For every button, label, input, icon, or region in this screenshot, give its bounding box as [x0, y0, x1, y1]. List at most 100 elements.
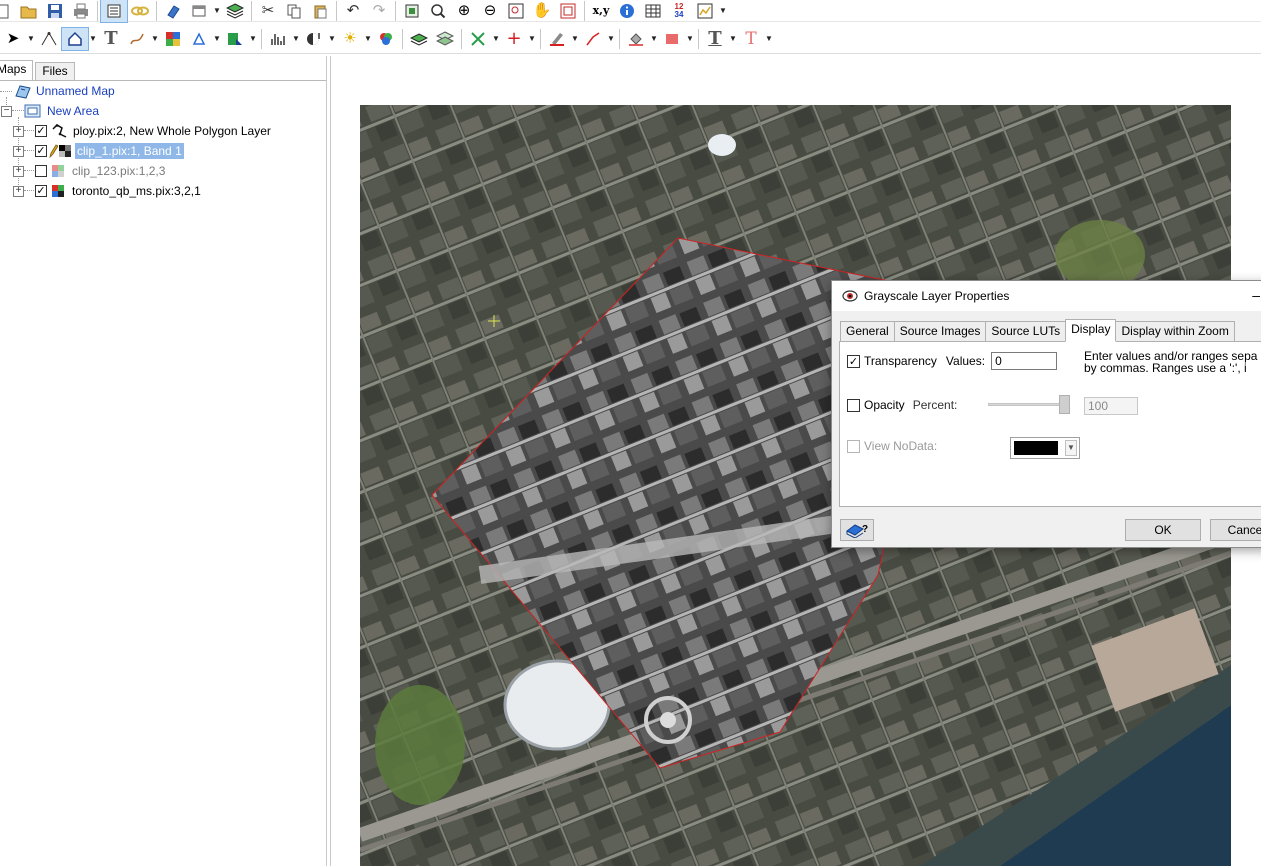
coordinates-icon[interactable]: x,y — [588, 0, 614, 22]
transparency-checkbox[interactable]: ✓ — [847, 354, 860, 368]
smooth-dropdown-icon[interactable]: ▼ — [150, 28, 160, 50]
tab-display-within-zoom[interactable]: Display within Zoom — [1115, 321, 1235, 341]
zoom-out-icon[interactable]: ⊖ — [477, 0, 503, 22]
text-style-icon[interactable]: T — [738, 28, 764, 50]
crosshair-icon[interactable]: + — [501, 28, 527, 50]
eraser-icon[interactable] — [160, 0, 186, 22]
fill-dropdown-icon[interactable]: ▼ — [649, 28, 659, 50]
smooth-tool-icon[interactable] — [124, 28, 150, 50]
opacity-checkbox[interactable] — [847, 398, 860, 412]
edit-vertex-icon[interactable] — [36, 28, 62, 50]
enhance-icon[interactable] — [301, 28, 327, 50]
new-map-icon[interactable] — [0, 0, 16, 22]
enhance-dropdown-icon[interactable]: ▼ — [327, 28, 337, 50]
window-dropdown-icon[interactable]: ▼ — [212, 0, 222, 22]
ok-button[interactable]: OK — [1125, 519, 1201, 541]
opacity-slider[interactable] — [988, 403, 1070, 406]
opacity-percent-input[interactable]: 100 — [1084, 397, 1138, 415]
layer-visibility-checkbox[interactable] — [35, 165, 47, 177]
redo-icon[interactable]: ↷ — [366, 0, 392, 22]
fill-color-icon[interactable] — [623, 28, 649, 50]
layer-visibility-checkbox[interactable]: ✓ — [35, 125, 47, 137]
tab-maps[interactable]: Maps — [0, 60, 34, 80]
layer-visibility-checkbox[interactable]: ✓ — [35, 185, 47, 197]
tree-item-map[interactable]: Unnamed Map — [14, 82, 117, 100]
text-tool-icon[interactable]: T — [98, 28, 124, 50]
layer-list-icon[interactable] — [100, 0, 128, 23]
line-dropdown-icon[interactable]: ▼ — [606, 28, 616, 50]
tree-item-layer[interactable]: + ✓ toronto_qb_ms.pix:3,2,1 — [13, 182, 203, 200]
cancel-button[interactable]: Cance — [1210, 519, 1261, 541]
zoom-fit-icon[interactable] — [503, 0, 529, 22]
brightness-dropdown-icon[interactable]: ▼ — [363, 28, 373, 50]
band-numbers-icon[interactable]: 12 34 — [666, 0, 692, 22]
layer-stack-icon[interactable] — [432, 28, 458, 50]
text-color-dropdown-icon[interactable]: ▼ — [728, 28, 738, 50]
chart-dropdown-icon[interactable]: ▼ — [718, 0, 728, 22]
collapse-toggle[interactable]: − — [1, 105, 12, 117]
tree-item-layer-selected[interactable]: + ✓ clip_1.pix:1, Band 1 — [13, 142, 184, 160]
select-dropdown-icon[interactable]: ▼ — [26, 28, 36, 50]
polygon-tool-icon[interactable] — [61, 26, 89, 51]
classify-dropdown-icon[interactable]: ▼ — [248, 28, 258, 50]
tab-display[interactable]: Display — [1065, 319, 1117, 342]
stack-layers-icon[interactable] — [222, 0, 248, 22]
tree-item-area[interactable]: − New Area — [1, 102, 101, 120]
polygon-dropdown-icon[interactable]: ▼ — [88, 28, 98, 50]
tab-source-images[interactable]: Source Images — [893, 321, 987, 341]
fill-swatch-icon[interactable] — [659, 28, 685, 50]
histogram-icon[interactable] — [265, 28, 291, 50]
chevron-down-icon[interactable]: ▼ — [1065, 440, 1077, 456]
opacity-slider-thumb[interactable] — [1059, 395, 1070, 414]
tab-source-luts[interactable]: Source LUTs — [985, 321, 1067, 341]
zoom-window-icon[interactable] — [425, 0, 451, 22]
histogram-dropdown-icon[interactable]: ▼ — [291, 28, 301, 50]
layer-visibility-checkbox[interactable]: ✓ — [35, 145, 47, 157]
info-icon[interactable] — [614, 0, 640, 22]
table-icon[interactable] — [640, 0, 666, 22]
grid-palette-icon[interactable] — [160, 28, 186, 50]
tab-general[interactable]: General — [840, 321, 895, 341]
nodata-color-picker[interactable]: ▼ — [1010, 437, 1080, 459]
print-icon[interactable] — [68, 0, 94, 22]
expand-toggle[interactable]: + — [13, 185, 24, 197]
measure-dropdown-icon[interactable]: ▼ — [212, 28, 222, 50]
zoom-extent-icon[interactable] — [399, 0, 425, 22]
pen-dropdown-icon[interactable]: ▼ — [570, 28, 580, 50]
link-icon[interactable] — [127, 0, 153, 22]
line-color-icon[interactable] — [580, 28, 606, 50]
gcp-dropdown-icon[interactable]: ▼ — [491, 28, 501, 50]
window-icon[interactable] — [186, 0, 212, 22]
dialog-titlebar[interactable]: Grayscale Layer Properties – — [832, 281, 1261, 311]
paste-icon[interactable] — [307, 0, 333, 22]
save-icon[interactable] — [42, 0, 68, 22]
text-style-dropdown-icon[interactable]: ▼ — [764, 28, 774, 50]
text-color-icon[interactable]: T — [702, 28, 728, 50]
open-folder-icon[interactable] — [16, 0, 42, 22]
select-arrow-icon[interactable]: ➤ — [0, 28, 26, 50]
crosshair-dropdown-icon[interactable]: ▼ — [527, 28, 537, 50]
chart-icon[interactable] — [692, 0, 718, 22]
rgb-icon[interactable] — [373, 28, 399, 50]
pen-color-icon[interactable] — [544, 28, 570, 50]
classify-icon[interactable] — [222, 28, 248, 50]
minimize-button[interactable]: – — [1252, 287, 1260, 303]
tab-files[interactable]: Files — [35, 62, 75, 80]
expand-toggle[interactable]: + — [13, 145, 24, 157]
expand-toggle[interactable]: + — [13, 165, 24, 177]
help-button[interactable]: ? — [840, 519, 874, 541]
zoom-in-icon[interactable]: ⊕ — [451, 0, 477, 22]
measure-icon[interactable] — [186, 28, 212, 50]
swatch-dropdown-icon[interactable]: ▼ — [685, 28, 695, 50]
copy-icon[interactable] — [281, 0, 307, 22]
undo-icon[interactable]: ↶ — [340, 0, 366, 22]
nodata-checkbox[interactable] — [847, 439, 860, 453]
expand-toggle[interactable]: + — [13, 125, 24, 137]
tree-item-layer[interactable]: + ✓ ploy.pix:2, New Whole Polygon Layer — [13, 122, 273, 140]
tree-item-layer[interactable]: + clip_123.pix:1,2,3 — [13, 162, 167, 180]
layer-green-icon[interactable] — [406, 28, 432, 50]
brightness-icon[interactable]: ☀ — [337, 28, 363, 50]
zoom-previous-icon[interactable] — [555, 0, 581, 22]
transparency-values-input[interactable]: 0 — [991, 352, 1058, 370]
pan-hand-icon[interactable]: ✋ — [529, 0, 555, 22]
